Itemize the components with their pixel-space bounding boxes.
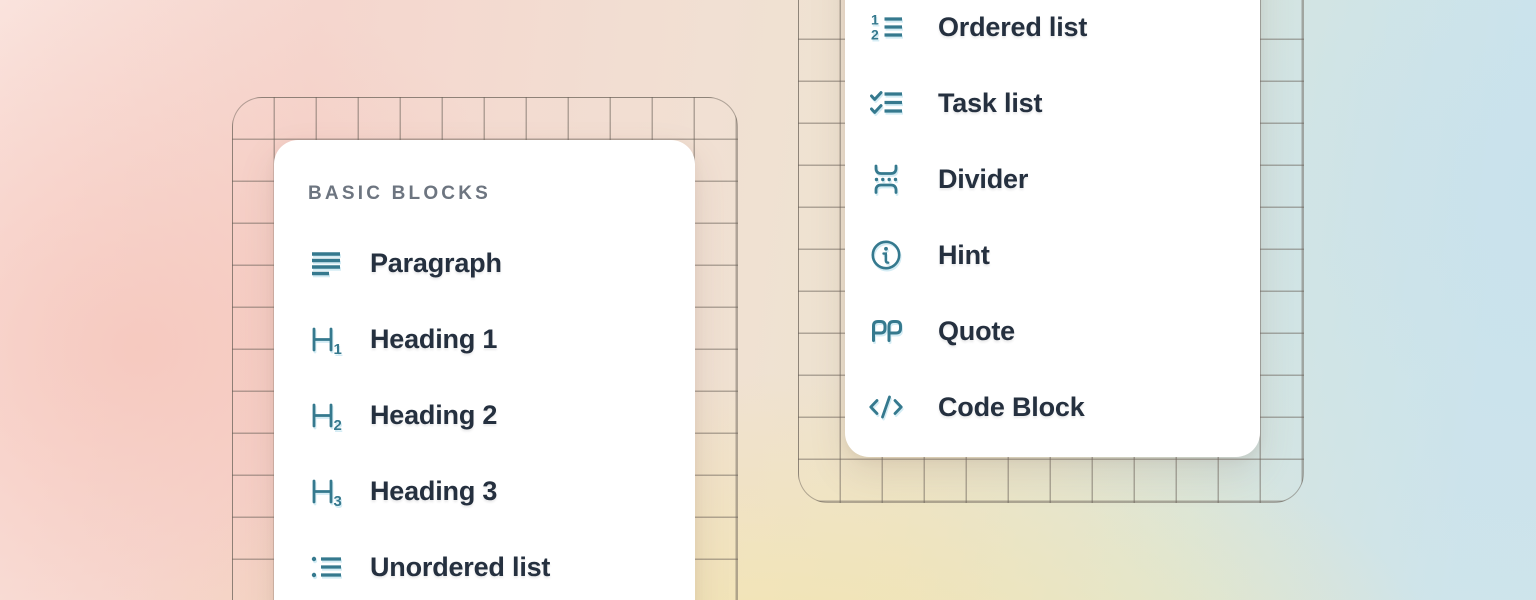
menu-item-heading-1[interactable]: 1 Heading 1 bbox=[308, 301, 695, 377]
svg-text:2: 2 bbox=[334, 417, 342, 433]
menu-item-label: Divider bbox=[938, 166, 1028, 193]
menu-item-code-block[interactable]: Code Block bbox=[868, 369, 1260, 445]
menu-item-quote[interactable]: Quote bbox=[868, 293, 1260, 369]
menu-item-label: Heading 2 bbox=[370, 402, 497, 429]
page-background: BASIC BLOCKS Paragraph 1 Heading 1 bbox=[0, 0, 1536, 600]
svg-text:2: 2 bbox=[871, 27, 879, 43]
quote-icon bbox=[868, 313, 904, 349]
svg-text:3: 3 bbox=[334, 493, 342, 509]
menu-item-unordered-list[interactable]: Unordered list bbox=[308, 529, 695, 600]
menu-item-label: Paragraph bbox=[370, 250, 502, 277]
blocks-menu-card-right: 1 2 Ordered list Task list bbox=[845, 0, 1260, 457]
menu-item-hint[interactable]: Hint bbox=[868, 217, 1260, 293]
task-list-icon bbox=[868, 85, 904, 121]
heading-1-icon: 1 bbox=[308, 321, 344, 357]
code-block-icon bbox=[868, 389, 904, 425]
menu-item-heading-2[interactable]: 2 Heading 2 bbox=[308, 377, 695, 453]
menu-item-label: Quote bbox=[938, 318, 1015, 345]
heading-3-icon: 3 bbox=[308, 473, 344, 509]
menu-item-heading-3[interactable]: 3 Heading 3 bbox=[308, 453, 695, 529]
svg-text:1: 1 bbox=[334, 341, 342, 357]
menu-item-task-list[interactable]: Task list bbox=[868, 65, 1260, 141]
menu-item-divider[interactable]: Divider bbox=[868, 141, 1260, 217]
basic-blocks-menu-card: BASIC BLOCKS Paragraph 1 Heading 1 bbox=[274, 140, 695, 600]
menu-item-label: Heading 1 bbox=[370, 326, 497, 353]
divider-icon bbox=[868, 161, 904, 197]
hint-info-icon bbox=[868, 237, 904, 273]
section-label: BASIC BLOCKS bbox=[308, 184, 695, 204]
menu-item-paragraph[interactable]: Paragraph bbox=[308, 225, 695, 301]
paragraph-icon bbox=[308, 245, 344, 281]
unordered-list-icon bbox=[308, 549, 344, 585]
heading-2-icon: 2 bbox=[308, 397, 344, 433]
menu-item-label: Heading 3 bbox=[370, 478, 497, 505]
menu-item-label: Code Block bbox=[938, 394, 1085, 421]
ordered-list-icon: 1 2 bbox=[868, 9, 904, 45]
menu-item-ordered-list[interactable]: 1 2 Ordered list bbox=[868, 0, 1260, 65]
menu-item-label: Unordered list bbox=[370, 554, 550, 581]
menu-item-label: Hint bbox=[938, 242, 990, 269]
menu-item-label: Ordered list bbox=[938, 14, 1087, 41]
menu-item-label: Task list bbox=[938, 90, 1042, 117]
svg-text:1: 1 bbox=[871, 12, 879, 28]
